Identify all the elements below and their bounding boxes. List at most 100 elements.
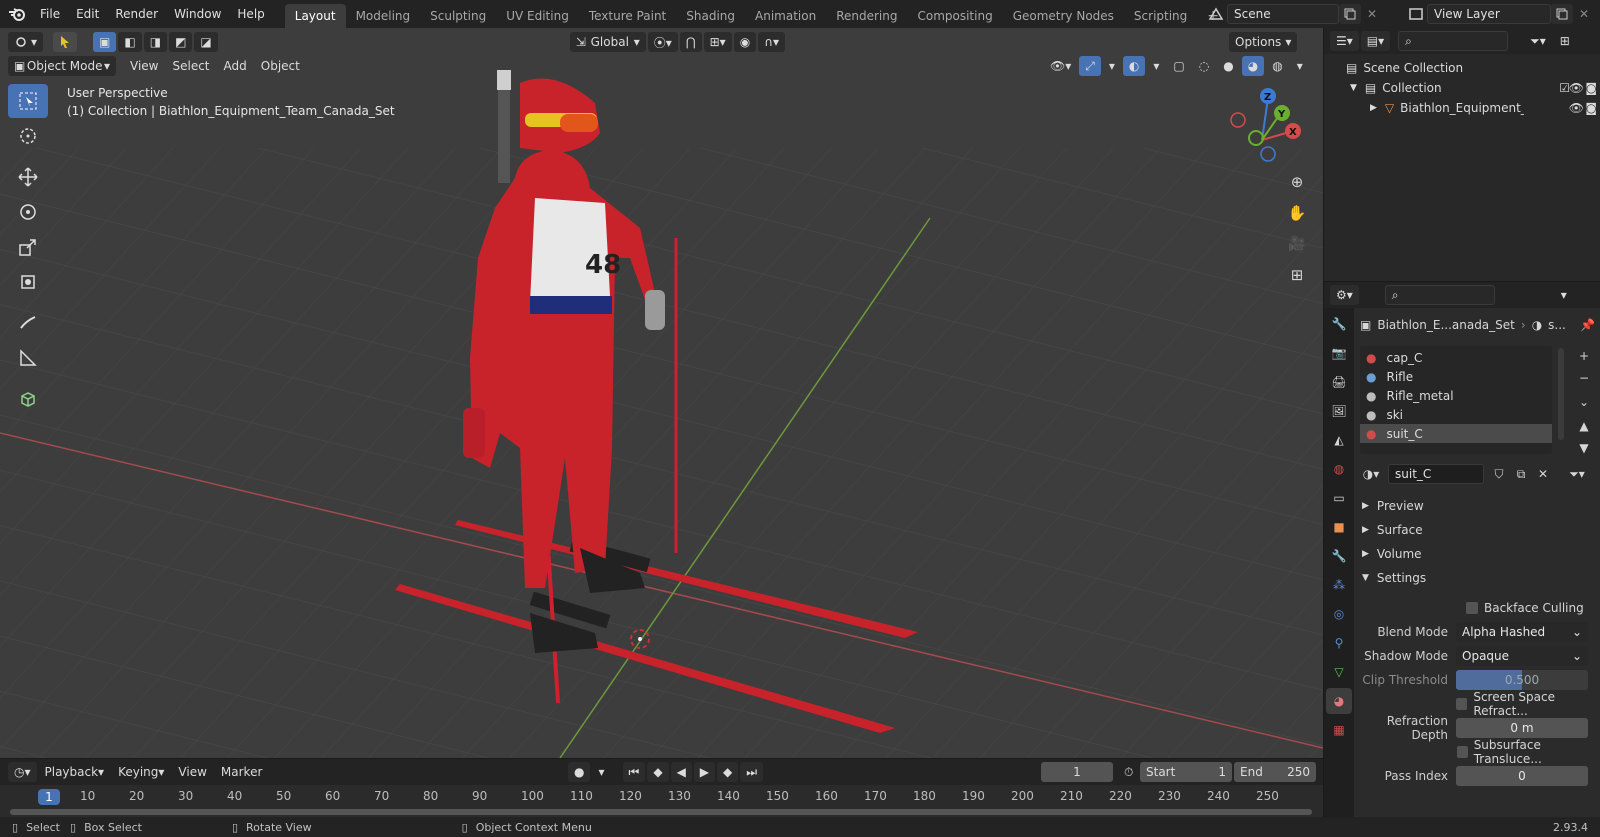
- tab-constraints[interactable]: ⚲: [1326, 630, 1352, 656]
- blend-mode-dropdown[interactable]: Alpha Hashed ⌄: [1456, 622, 1588, 642]
- wireframe-shading-button[interactable]: ◌: [1193, 56, 1215, 76]
- zoom-button[interactable]: ⊕: [1283, 168, 1311, 196]
- tab-uv-editing[interactable]: UV Editing: [496, 4, 579, 28]
- object-mode-dropdown[interactable]: ▣ Object Mode ▾: [8, 56, 116, 76]
- menu-file[interactable]: File: [32, 0, 68, 28]
- gizmo-toggle-button[interactable]: ⤢: [1079, 56, 1101, 76]
- object-camera-icon[interactable]: ◙: [1585, 101, 1597, 115]
- outliner-filter-button[interactable]: ⏷▾: [1524, 31, 1552, 51]
- view-layer-field[interactable]: View Layer: [1427, 4, 1551, 24]
- refraction-depth-field[interactable]: 0 m: [1456, 718, 1588, 738]
- jump-start-button[interactable]: ⏮: [622, 762, 646, 782]
- select-new-button[interactable]: ▣: [93, 32, 117, 52]
- object-eye-icon[interactable]: 👁: [1569, 101, 1584, 115]
- tab-texture-paint[interactable]: Texture Paint: [579, 4, 676, 28]
- unlink-material-button[interactable]: ✕: [1532, 464, 1554, 484]
- timeline-menu-view[interactable]: View: [172, 762, 212, 782]
- end-frame-field[interactable]: End 250: [1234, 762, 1316, 782]
- tab-texture[interactable]: ▦: [1326, 717, 1352, 743]
- pin-icon[interactable]: 📌: [1580, 318, 1595, 332]
- tab-compositing[interactable]: Compositing: [907, 4, 1002, 28]
- tool-cursor[interactable]: [8, 119, 48, 153]
- panel-surface[interactable]: ▶ Surface: [1356, 518, 1600, 542]
- shadow-mode-dropdown[interactable]: Opaque ⌄: [1456, 646, 1588, 666]
- snap-toggle-button[interactable]: ⋂: [679, 32, 702, 52]
- fake-user-button[interactable]: ⛉: [1488, 464, 1510, 484]
- tab-render[interactable]: 📷: [1326, 340, 1352, 366]
- delete-scene-icon[interactable]: ✕: [1361, 4, 1383, 24]
- timeline-editor-type-button[interactable]: ◷▾: [8, 762, 37, 782]
- material-slot[interactable]: ● cap_C: [1360, 348, 1552, 367]
- backface-culling-checkbox[interactable]: [1466, 602, 1478, 614]
- next-keyframe-button[interactable]: ◆: [717, 762, 739, 782]
- tab-rendering[interactable]: Rendering: [826, 4, 907, 28]
- tab-scene[interactable]: ◭: [1326, 427, 1352, 453]
- tab-collection[interactable]: ▭: [1326, 485, 1352, 511]
- timeline-scrollbar[interactable]: [10, 809, 1312, 815]
- outliner-search-input[interactable]: ⌕: [1398, 31, 1509, 51]
- add-slot-button[interactable]: +: [1573, 346, 1595, 366]
- clip-threshold-slider[interactable]: 0.500: [1456, 670, 1588, 690]
- pass-index-field[interactable]: 0: [1456, 766, 1588, 786]
- record-dropdown[interactable]: ▾: [592, 762, 610, 782]
- outliner-object-row[interactable]: ▶ ▽ Biathlon_Equipment_Tear 👁 ◙: [1324, 98, 1600, 118]
- browse-material-button[interactable]: ◑▾: [1360, 464, 1382, 484]
- remove-slot-button[interactable]: −: [1573, 368, 1595, 388]
- viewport-menu-object[interactable]: Object: [255, 56, 306, 76]
- panel-volume[interactable]: ▶ Volume: [1356, 542, 1600, 566]
- tool-transform[interactable]: [8, 265, 48, 299]
- new-view-layer-icon[interactable]: [1551, 4, 1573, 24]
- snap-target-button[interactable]: ⊞▾: [703, 32, 732, 52]
- panel-preview[interactable]: ▶ Preview: [1356, 494, 1600, 518]
- view-layer-icon[interactable]: [1405, 4, 1427, 24]
- tab-output[interactable]: 🖨: [1326, 369, 1352, 395]
- current-frame-field[interactable]: 1: [1041, 762, 1113, 782]
- tab-scripting[interactable]: Scripting: [1124, 4, 1197, 28]
- select-invert-button[interactable]: ◩: [169, 32, 193, 52]
- play-reverse-button[interactable]: ◀: [670, 762, 692, 782]
- tab-object[interactable]: ■: [1326, 514, 1352, 540]
- expand-arrow-icon[interactable]: ▼: [1350, 83, 1357, 93]
- new-collection-button[interactable]: ⊞: [1554, 31, 1576, 51]
- viewport-menu-add[interactable]: Add: [218, 56, 253, 76]
- timeline-menu-playback[interactable]: Playback ▾: [39, 762, 111, 782]
- subsurface-checkbox[interactable]: [1456, 746, 1468, 758]
- current-frame-indicator[interactable]: 1: [38, 789, 60, 805]
- visibility-button[interactable]: 👁▾: [1044, 56, 1077, 76]
- preview-range-button[interactable]: ⏱: [1118, 762, 1139, 782]
- jump-end-button[interactable]: ⏭: [740, 762, 764, 782]
- tab-geometry-nodes[interactable]: Geometry Nodes: [1003, 4, 1124, 28]
- tool-rotate[interactable]: [8, 195, 48, 229]
- ortho-toggle-button[interactable]: ⊞: [1283, 261, 1311, 289]
- material-name-field[interactable]: suit_C: [1388, 464, 1484, 484]
- pan-button[interactable]: ✋: [1283, 199, 1311, 227]
- collapse-arrow-icon[interactable]: ▶: [1370, 103, 1377, 113]
- new-material-button[interactable]: ⧉: [1510, 464, 1532, 484]
- material-slot[interactable]: ● Rifle: [1360, 367, 1552, 386]
- timeline-menu-marker[interactable]: Marker: [215, 762, 268, 782]
- menu-help[interactable]: Help: [229, 0, 272, 28]
- options-dropdown[interactable]: Options ▾: [1229, 32, 1298, 52]
- rendered-shading-button[interactable]: ◍: [1266, 56, 1288, 76]
- transform-orientation-dropdown[interactable]: ⇲ Global ▾: [569, 32, 646, 52]
- outliner-scene-collection[interactable]: ▤ Scene Collection: [1324, 58, 1600, 78]
- select-tool-mode-button[interactable]: [53, 32, 78, 52]
- panel-settings[interactable]: ▼ Settings: [1356, 566, 1600, 590]
- menu-window[interactable]: Window: [166, 0, 229, 28]
- overlay-toggle-button[interactable]: ◐: [1122, 56, 1146, 76]
- ssr-checkbox[interactable]: [1456, 698, 1468, 710]
- material-link-button[interactable]: ⏷▾: [1566, 464, 1588, 484]
- tab-world[interactable]: ◍: [1326, 456, 1352, 482]
- display-mode-button[interactable]: ▤▾: [1360, 31, 1391, 51]
- move-slot-down-button[interactable]: ▼: [1573, 438, 1595, 458]
- tab-animation[interactable]: Animation: [745, 4, 826, 28]
- outliner-collection[interactable]: ▼ ▤ Collection ☑ 👁 ◙: [1324, 78, 1600, 98]
- material-shading-button[interactable]: ◕: [1241, 56, 1265, 76]
- viewport-menu-select[interactable]: Select: [166, 56, 215, 76]
- tab-data[interactable]: ▽: [1326, 659, 1352, 685]
- select-extend-button[interactable]: ◧: [118, 32, 142, 52]
- menu-edit[interactable]: Edit: [68, 0, 107, 28]
- properties-editor-type-button[interactable]: ⚙▾: [1330, 285, 1359, 305]
- scene-icon[interactable]: [1205, 4, 1227, 24]
- tool-select-box[interactable]: [8, 84, 48, 118]
